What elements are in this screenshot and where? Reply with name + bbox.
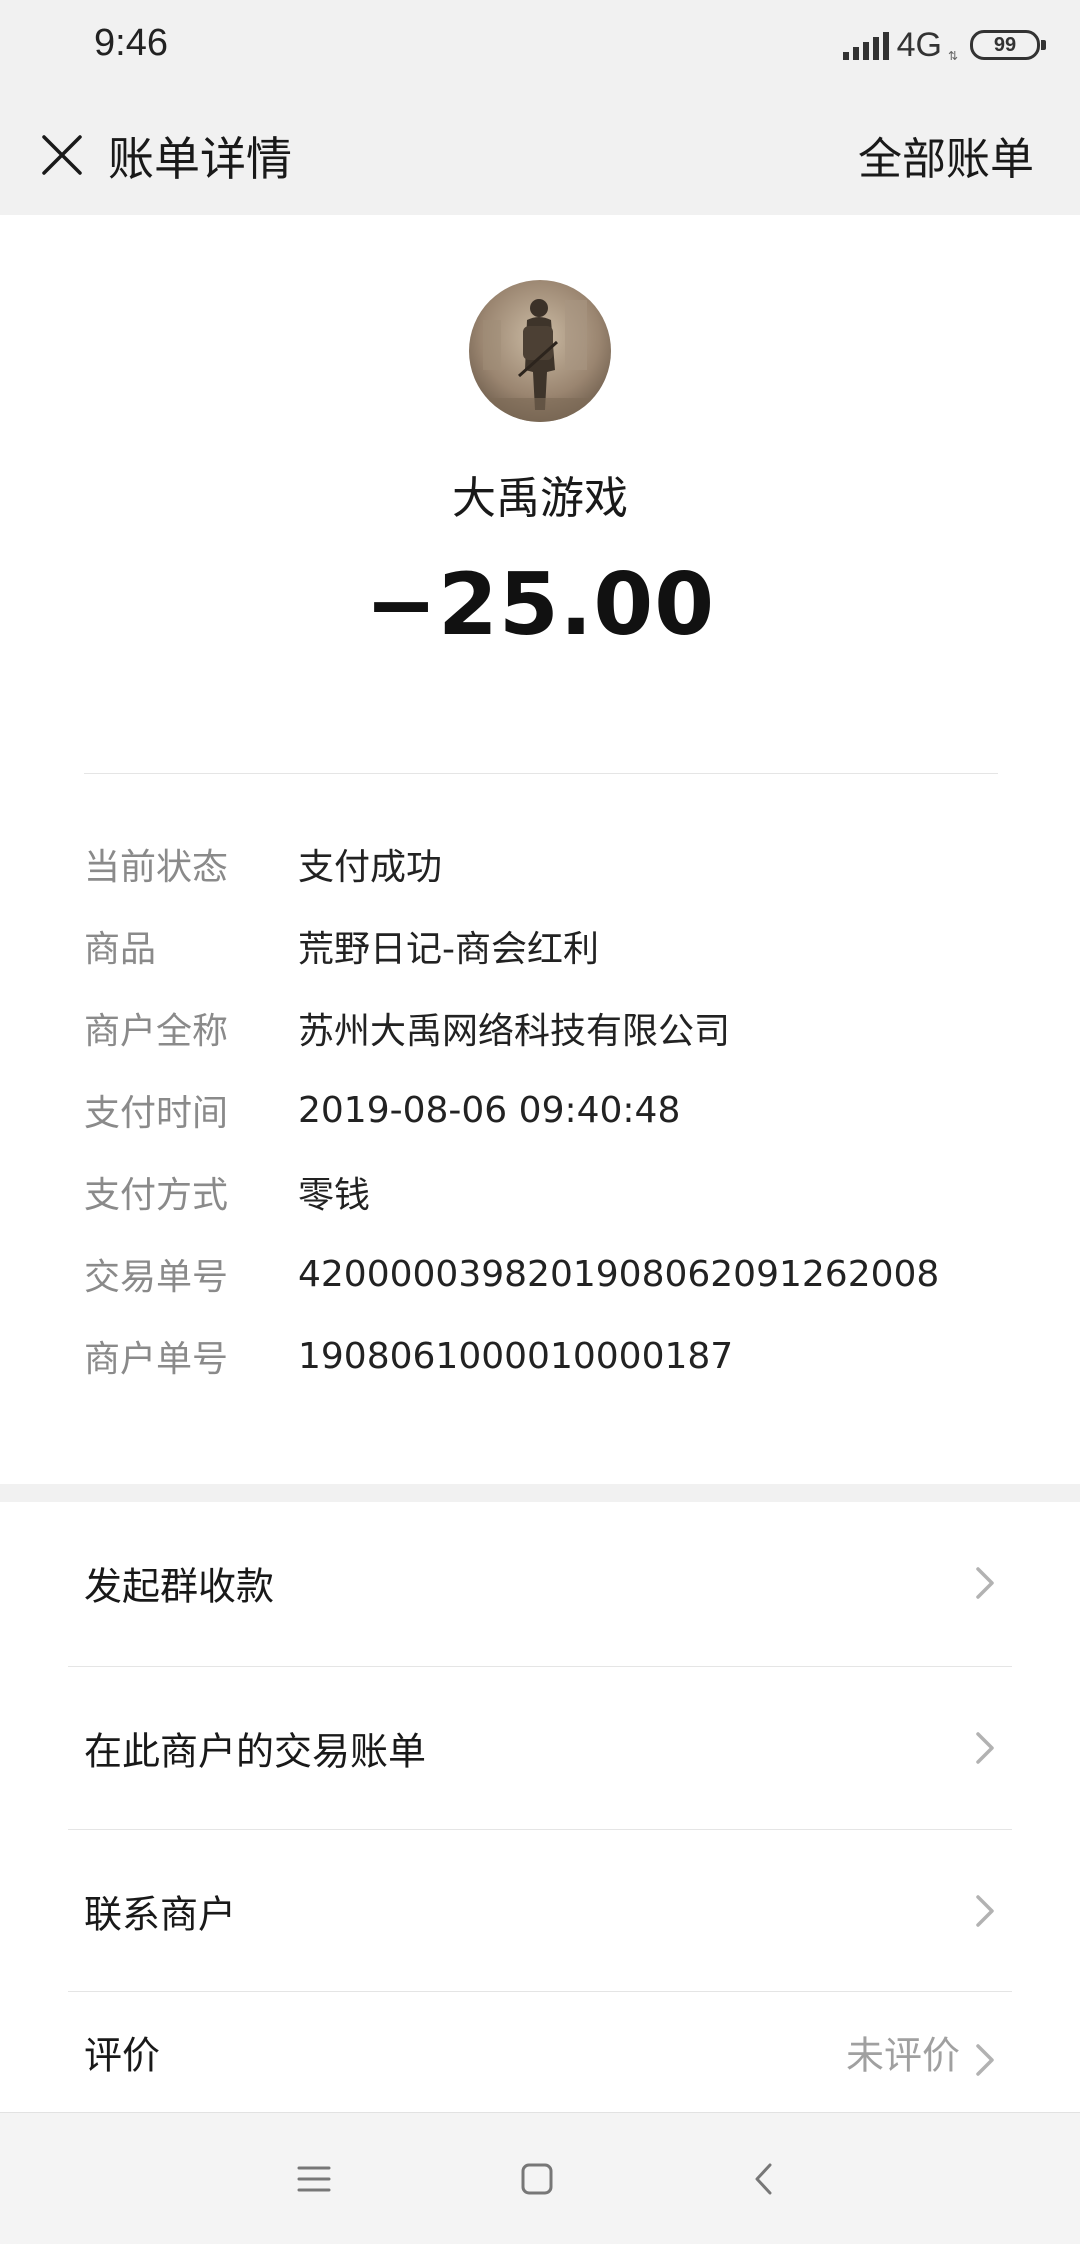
action-contact-merchant[interactable]: 联系商户 bbox=[0, 1830, 1080, 1992]
action-rating[interactable]: 评价 未评价 bbox=[0, 1992, 1080, 2112]
status-time: 9:46 bbox=[94, 22, 168, 64]
detail-label: 商户单号 bbox=[84, 1339, 229, 1380]
detail-value: 荒野日记-商会红利 bbox=[298, 929, 599, 970]
detail-label: 商户全称 bbox=[84, 1011, 229, 1052]
status-bar: 9:46 4G ⇅ 99 bbox=[0, 0, 1080, 95]
action-label: 评价 bbox=[84, 2033, 161, 2078]
network-4g-icon: 4G ⇅ bbox=[896, 25, 958, 65]
payment-amount: −25.00 bbox=[364, 555, 716, 655]
signal-icon bbox=[842, 30, 889, 60]
detail-value[interactable]: 1908061000010000187 bbox=[298, 1336, 733, 1377]
detail-label: 支付时间 bbox=[84, 1093, 229, 1134]
merchant-name: 大禹游戏 bbox=[452, 473, 628, 524]
chevron-right-icon bbox=[976, 1567, 994, 1599]
action-merchant-bills[interactable]: 在此商户的交易账单 bbox=[0, 1667, 1080, 1829]
detail-label: 当前状态 bbox=[84, 847, 229, 888]
detail-value: 2019-08-06 09:40:48 bbox=[298, 1089, 681, 1131]
merchant-avatar bbox=[469, 280, 611, 422]
chevron-right-icon bbox=[976, 2044, 994, 2076]
detail-row-merchant-order-id: 商户单号 1908061000010000187 bbox=[84, 1326, 998, 1386]
rating-status: 未评价 bbox=[845, 2033, 960, 2078]
detail-row-transaction-id: 交易单号 4200000398201908062091262008 bbox=[84, 1244, 998, 1304]
chevron-right-icon bbox=[976, 1895, 994, 1927]
detail-row-merchant-fullname: 商户全称 苏州大禹网络科技有限公司 bbox=[84, 998, 998, 1058]
detail-label: 交易单号 bbox=[84, 1257, 229, 1298]
battery-level: 99 bbox=[993, 33, 1017, 56]
menu-button[interactable] bbox=[286, 2151, 342, 2207]
detail-label: 商品 bbox=[84, 929, 157, 970]
detail-label: 支付方式 bbox=[84, 1175, 229, 1216]
close-icon bbox=[42, 135, 82, 175]
home-button[interactable] bbox=[509, 2151, 565, 2207]
battery-icon: 99 bbox=[970, 30, 1046, 60]
action-label: 联系商户 bbox=[84, 1892, 237, 1937]
back-button[interactable] bbox=[736, 2151, 792, 2207]
back-icon bbox=[755, 2163, 772, 2195]
action-label: 发起群收款 bbox=[84, 1564, 275, 1609]
detail-row-status: 当前状态 支付成功 bbox=[84, 834, 998, 894]
section-separator bbox=[0, 1484, 1080, 1502]
action-label: 在此商户的交易账单 bbox=[84, 1729, 427, 1774]
network-arrows-icon: ⇅ bbox=[947, 48, 958, 63]
detail-value[interactable]: 4200000398201908062091262008 bbox=[298, 1254, 939, 1295]
detail-value: 支付成功 bbox=[298, 847, 443, 888]
menu-icon bbox=[297, 2166, 331, 2192]
close-button[interactable] bbox=[28, 121, 96, 189]
detail-row-payment-time: 支付时间 2019-08-06 09:40:48 bbox=[84, 1080, 998, 1140]
page-title: 账单详情 bbox=[108, 132, 292, 186]
chevron-right-icon bbox=[976, 1732, 994, 1764]
detail-value: 苏州大禹网络科技有限公司 bbox=[298, 1011, 731, 1052]
detail-value: 零钱 bbox=[298, 1175, 371, 1216]
action-group-collection[interactable]: 发起群收款 bbox=[0, 1502, 1080, 1664]
divider bbox=[84, 773, 998, 774]
network-label: 4G bbox=[896, 25, 942, 64]
all-bills-link[interactable]: 全部账单 bbox=[858, 123, 1034, 187]
system-nav-bar bbox=[0, 2112, 1080, 2244]
nav-bar: 账单详情 全部账单 bbox=[0, 95, 1080, 215]
detail-row-product: 商品 荒野日记-商会红利 bbox=[84, 916, 998, 976]
home-icon bbox=[521, 2163, 553, 2195]
detail-row-payment-method: 支付方式 零钱 bbox=[84, 1162, 998, 1222]
status-icons: 4G ⇅ 99 bbox=[842, 24, 1046, 66]
